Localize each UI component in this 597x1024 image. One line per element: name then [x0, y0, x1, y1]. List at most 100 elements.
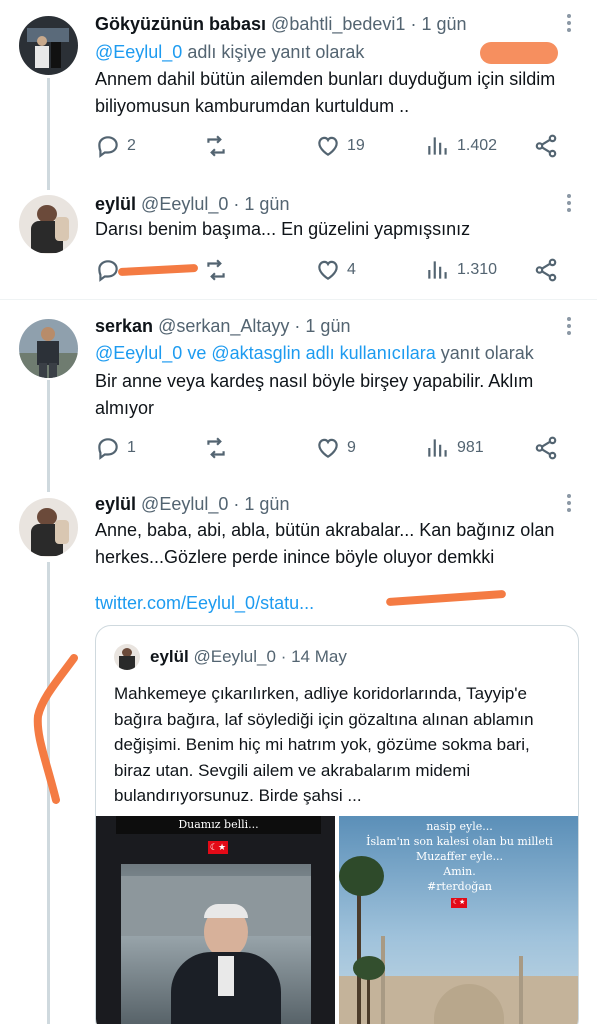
- display-name[interactable]: Gökyüzünün babası: [95, 14, 266, 34]
- like-icon: [318, 438, 338, 458]
- timestamp[interactable]: 1 gün: [305, 316, 350, 336]
- tweet-text: Darısı benim başıma... En güzelini yapmı…: [95, 219, 471, 239]
- share-icon: [535, 436, 557, 460]
- turkish-flag-icon: ☾★: [451, 898, 467, 908]
- views-button[interactable]: 1.402: [425, 131, 497, 161]
- quote-image-1[interactable]: Duamız belli... ☾★: [96, 816, 335, 1024]
- thread-line: [47, 380, 50, 480]
- views-icon: [428, 137, 447, 155]
- timestamp[interactable]: 1 gün: [421, 14, 466, 34]
- user-handle: @Eeylul_0: [193, 647, 276, 666]
- views-icon: [428, 439, 447, 457]
- quote-text: Mahkemeye çıkarılırken, adliye koridorla…: [114, 684, 534, 805]
- display-name[interactable]: eylül: [95, 194, 136, 214]
- image-caption: İslam'ın son kalesi olan bu milleti: [366, 835, 553, 848]
- image-caption: Duamız belli...: [178, 818, 259, 831]
- retweet-icon: [207, 135, 225, 157]
- redaction-marker: [480, 42, 558, 64]
- tweet-actions: 1 9 981: [95, 433, 565, 463]
- retweet-icon: [207, 437, 225, 459]
- retweet-button[interactable]: [203, 255, 235, 285]
- scribble-marker: [33, 654, 78, 804]
- display-name[interactable]: eylül: [95, 494, 136, 514]
- reply-count: 1: [127, 439, 136, 456]
- avatar[interactable]: [19, 319, 78, 378]
- more-icon[interactable]: [565, 494, 573, 515]
- thread-line: [47, 180, 50, 190]
- view-count: 1.402: [457, 137, 498, 154]
- replying-to: @Eeylul_0 adlı kişiye yanıt olarak: [95, 41, 364, 63]
- retweet-icon: [207, 259, 225, 281]
- like-icon: [318, 260, 338, 280]
- like-count: 19: [347, 137, 365, 154]
- timestamp[interactable]: 1 gün: [244, 494, 289, 514]
- like-icon: [318, 136, 338, 156]
- separator-dot: ·: [280, 647, 287, 666]
- reply-icon: [98, 136, 118, 158]
- tweet-1[interactable]: Gökyüzünün babası @bahtli_bedevi1 · 1 gü…: [0, 0, 597, 180]
- display-name: eylül: [150, 647, 189, 666]
- avatar: [114, 644, 140, 670]
- tweet-text: Annem dahil bütün ailemden bunları duydu…: [95, 69, 556, 116]
- quote-image-2[interactable]: nasip eyle... İslam'ın son kalesi olan b…: [339, 816, 578, 1024]
- reply-mention[interactable]: @Eeylul_0: [95, 42, 182, 62]
- more-icon[interactable]: [565, 317, 573, 338]
- reply-count: 2: [127, 137, 136, 154]
- reply-mention[interactable]: @Eeylul_0 ve @aktasglin adlı kullanıcıla…: [95, 343, 436, 363]
- reply-button[interactable]: 2: [95, 131, 136, 161]
- share-button[interactable]: [533, 131, 559, 161]
- timestamp: 14 May: [291, 647, 347, 666]
- avatar[interactable]: [19, 195, 78, 254]
- quote-header: eylül @Eeylul_0 · 14 May: [150, 647, 347, 667]
- share-button[interactable]: [533, 255, 559, 285]
- views-icon: [428, 261, 447, 279]
- like-button[interactable]: 4: [315, 255, 356, 285]
- view-count: 981: [457, 439, 484, 456]
- tweet-header: serkan @serkan_Altayy · 1 gün: [95, 315, 350, 337]
- tweet-actions: 2 19 1.402: [95, 131, 565, 161]
- user-handle[interactable]: @serkan_Altayy: [158, 316, 289, 336]
- quoted-tweet[interactable]: eylül @Eeylul_0 · 14 May Mahkemeye çıkar…: [95, 625, 579, 1024]
- turkish-flag-icon: ☾★: [208, 841, 228, 854]
- more-icon[interactable]: [565, 14, 573, 35]
- user-handle[interactable]: @bahtli_bedevi1: [271, 14, 405, 34]
- tweet-2[interactable]: eylül @Eeylul_0 · 1 gün Darısı benim baş…: [0, 180, 597, 298]
- share-icon: [535, 258, 557, 282]
- like-button[interactable]: 9: [315, 433, 356, 463]
- retweet-button[interactable]: [203, 131, 235, 161]
- like-count: 4: [347, 261, 356, 278]
- retweet-button[interactable]: [203, 433, 235, 463]
- reply-button[interactable]: 1: [95, 433, 136, 463]
- share-button[interactable]: [533, 433, 559, 463]
- display-name[interactable]: serkan: [95, 316, 153, 336]
- tweet-text: Bir anne veya kardeş nasıl böyle birşey …: [95, 371, 534, 418]
- avatar[interactable]: [19, 498, 78, 557]
- user-handle[interactable]: @Eeylul_0: [141, 194, 228, 214]
- tweet-header: eylül @Eeylul_0 · 1 gün: [95, 193, 289, 215]
- tweet-link[interactable]: twitter.com/Eeylul_0/statu...: [95, 593, 314, 614]
- like-button[interactable]: 19: [315, 131, 365, 161]
- reply-icon: [98, 438, 118, 460]
- separator-dot: ·: [294, 316, 301, 336]
- tweet-header: Gökyüzünün babası @bahtli_bedevi1 · 1 gü…: [95, 13, 467, 35]
- share-icon: [535, 134, 557, 158]
- timestamp[interactable]: 1 gün: [244, 194, 289, 214]
- reply-suffix: adlı kişiye yanıt olarak: [187, 42, 365, 62]
- separator-dot: ·: [233, 494, 240, 514]
- reply-suffix: yanıt olarak: [440, 343, 534, 363]
- more-icon[interactable]: [565, 194, 573, 215]
- tweet-header: eylül @Eeylul_0 · 1 gün: [95, 493, 289, 515]
- views-button[interactable]: 981: [425, 433, 484, 463]
- avatar[interactable]: [19, 16, 78, 75]
- like-count: 9: [347, 439, 356, 456]
- image-caption: nasip eyle...: [426, 820, 493, 833]
- separator-dot: ·: [410, 14, 417, 34]
- replying-to: @Eeylul_0 ve @aktasglin adlı kullanıcıla…: [95, 342, 534, 364]
- separator-dot: ·: [233, 194, 240, 214]
- tweet-text: Anne, baba, abi, abla, bütün akrabalar..…: [95, 520, 555, 567]
- view-count: 1.310: [457, 261, 498, 278]
- views-button[interactable]: 1.310: [425, 255, 497, 285]
- thread-line: [47, 78, 50, 180]
- tweet-3[interactable]: serkan @serkan_Altayy · 1 gün @Eeylul_0 …: [0, 300, 597, 480]
- user-handle[interactable]: @Eeylul_0: [141, 494, 228, 514]
